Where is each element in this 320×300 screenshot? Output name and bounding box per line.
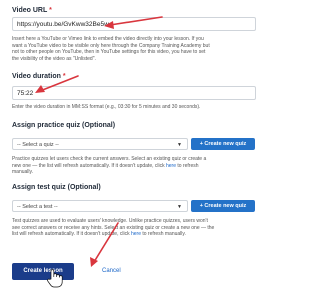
arrow-icon xyxy=(104,16,163,29)
arrow-icon xyxy=(35,75,79,93)
annotation-overlay xyxy=(35,16,163,288)
hand-cursor-icon xyxy=(47,269,63,288)
arrow-icon xyxy=(90,222,119,267)
